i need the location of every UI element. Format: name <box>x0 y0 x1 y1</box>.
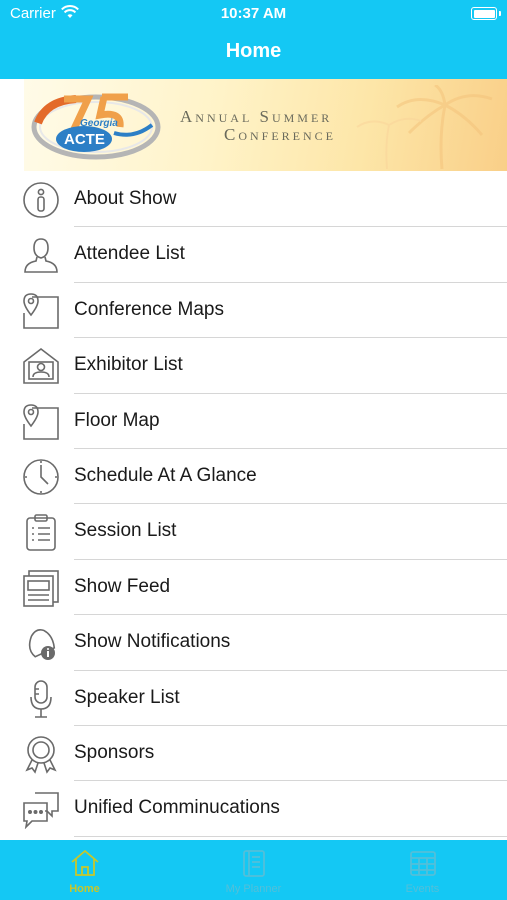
logo-text-georgia: Georgia <box>80 118 118 129</box>
menu-item-label: Session List <box>74 520 177 542</box>
menu-item-label: Attendee List <box>74 243 185 265</box>
exhibitor-booth-icon <box>23 348 59 384</box>
main-menu: About Show Attendee List Conference Maps… <box>0 172 507 837</box>
conference-banner: Georgia ACTE Annual Summer Conference <box>24 79 507 171</box>
georgia-acte-logo: Georgia ACTE <box>24 89 164 161</box>
person-icon <box>24 238 58 274</box>
tab-events[interactable]: Events <box>338 840 507 900</box>
clock-icon <box>23 459 59 495</box>
page-title: Home <box>225 40 282 62</box>
menu-item-label: About Show <box>74 188 177 209</box>
menu-item-label: Floor Map <box>74 409 160 431</box>
battery-tip <box>499 11 501 16</box>
menu-item-show-feed[interactable]: Show Feed <box>0 560 507 616</box>
events-grid-icon <box>410 851 436 876</box>
menu-item-sponsors[interactable]: Sponsors <box>0 726 507 782</box>
menu-item-about-show[interactable]: About Show <box>0 172 507 228</box>
menu-item-unified-communications[interactable]: Unified Comminucations <box>0 781 507 837</box>
divider <box>74 835 507 837</box>
menu-item-exhibitor-list[interactable]: Exhibitor List <box>0 338 507 394</box>
chat-bubbles-icon <box>23 792 59 830</box>
clipboard-list-icon <box>26 514 56 552</box>
menu-item-label: Conference Maps <box>74 298 224 320</box>
menu-item-label: Show Feed <box>74 575 171 597</box>
battery-icon <box>471 7 497 20</box>
map-pin-icon <box>23 292 59 329</box>
tab-my-planner[interactable]: My Planner <box>169 840 338 900</box>
menu-item-schedule-at-a-glance[interactable]: Schedule At A Glance <box>0 449 507 505</box>
tab-label: Home <box>69 883 100 895</box>
newspaper-icon <box>23 569 59 607</box>
menu-item-attendee-list[interactable]: Attendee List <box>0 227 507 283</box>
banner-title-line2: Conference <box>224 125 337 144</box>
menu-item-label: Sponsors <box>74 741 155 763</box>
banner-title-line1: Annual Summer <box>180 107 333 126</box>
menu-item-label: Schedule At A Glance <box>74 464 257 486</box>
award-ribbon-icon <box>25 736 57 774</box>
menu-item-label: Speaker List <box>74 686 180 708</box>
status-time: 10:37 AM <box>220 5 287 22</box>
logo-text-acte: ACTE <box>64 131 105 148</box>
menu-item-label: Unified Comminucations <box>74 797 280 819</box>
bell-info-icon <box>28 629 56 661</box>
planner-icon <box>243 850 265 877</box>
microphone-icon <box>30 679 52 718</box>
tab-label: Events <box>405 883 440 895</box>
navigation-header: Carrier 10:37 AM Home <box>0 0 507 79</box>
menu-item-label: Show Notifications <box>74 631 231 653</box>
menu-item-session-list[interactable]: Session List <box>0 504 507 560</box>
menu-item-show-notifications[interactable]: Show Notifications <box>0 615 507 671</box>
home-icon <box>71 849 99 876</box>
tab-home[interactable]: Home <box>0 840 169 900</box>
menu-item-conference-maps[interactable]: Conference Maps <box>0 283 507 339</box>
palm-tree-graphic <box>356 85 493 169</box>
status-bar: Carrier 10:37 AM <box>0 0 507 30</box>
tab-label: My Planner <box>225 883 282 895</box>
info-icon <box>23 182 59 218</box>
menu-item-floor-map[interactable]: Floor Map <box>0 394 507 449</box>
tab-bar: Home My Planner Events <box>0 840 507 900</box>
menu-item-label: Exhibitor List <box>74 354 183 376</box>
map-pin-icon <box>23 403 59 440</box>
menu-item-speaker-list[interactable]: Speaker List <box>0 671 507 726</box>
